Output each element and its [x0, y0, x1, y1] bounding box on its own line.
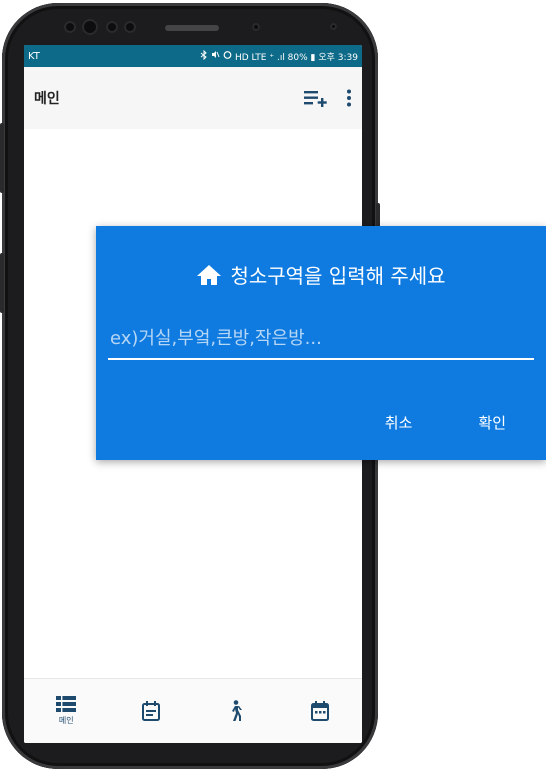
- mute-icon: [211, 50, 220, 62]
- app-bar: 메인: [24, 67, 362, 129]
- front-sensor-2: [106, 21, 118, 33]
- earpiece-speaker: [165, 25, 219, 31]
- cancel-button[interactable]: 취소: [385, 412, 413, 433]
- carrier-label: KT: [28, 50, 40, 62]
- area-input-container: [108, 318, 538, 360]
- event-note-icon: [141, 701, 160, 721]
- nav-item-walk[interactable]: [205, 683, 265, 739]
- dialog-actions: 취소 확인: [385, 412, 506, 433]
- app-bar-actions: [304, 89, 352, 107]
- bixby-button: [0, 253, 4, 313]
- calendar-icon: [310, 701, 329, 721]
- bluetooth-icon: [200, 49, 208, 63]
- front-sensor-3: [124, 21, 136, 33]
- area-input[interactable]: [108, 318, 538, 358]
- alarm-icon: [223, 50, 232, 62]
- status-indicators: HD LTE ⁺ .ıl 80% ▮ 오후 3:39: [200, 49, 358, 63]
- nav-label-main: 메인: [58, 716, 74, 725]
- status-text: HD LTE ⁺ .ıl 80% ▮ 오후 3:39: [234, 52, 358, 63]
- proximity-sensor: [330, 23, 337, 30]
- nav-item-schedule[interactable]: [121, 683, 181, 739]
- nav-item-main[interactable]: 메인: [36, 683, 96, 739]
- front-sensor: [64, 21, 76, 33]
- playlist-add-icon[interactable]: [304, 89, 328, 107]
- input-dialog: 청소구역을 입력해 주세요 취소 확인: [96, 226, 546, 460]
- home-icon: [197, 264, 222, 285]
- list-icon: [56, 696, 77, 712]
- page-title: 메인: [34, 91, 60, 107]
- selfie-camera: [252, 23, 260, 31]
- dialog-title-text: 청소구역을 입력해 주세요: [230, 264, 446, 288]
- volume-button: [0, 123, 4, 193]
- front-camera: [82, 19, 98, 35]
- more-vert-icon[interactable]: [346, 89, 352, 107]
- confirm-button[interactable]: 확인: [478, 412, 506, 433]
- bottom-navigation: 메인: [24, 678, 362, 743]
- dialog-title: 청소구역을 입력해 주세요: [96, 260, 546, 289]
- walk-icon: [232, 700, 243, 721]
- nav-item-calendar[interactable]: [290, 683, 350, 739]
- status-bar: KT HD LTE ⁺ .ıl 80% ▮ 오후 3:39: [24, 45, 362, 67]
